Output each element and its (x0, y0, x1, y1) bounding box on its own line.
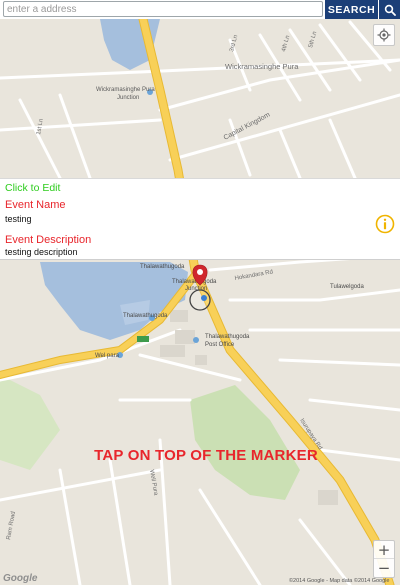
app: Pannipitiya Rd Isurupaya Rd Wickramasing… (0, 0, 400, 585)
svg-text:Tulawelgoda: Tulawelgoda (330, 284, 364, 290)
zoom-in-button[interactable]: + (374, 541, 394, 559)
svg-text:Thalawathugoda: Thalawathugoda (123, 313, 168, 319)
my-location-icon[interactable] (373, 24, 395, 46)
click-to-edit-link[interactable]: Click to Edit (5, 182, 60, 194)
tap-marker-hint: TAP ON TOP OF THE MARKER (94, 447, 318, 464)
event-description-label: Event Description (5, 234, 92, 246)
svg-text:Wickramasinghe Pura: Wickramasinghe Pura (225, 62, 299, 71)
svg-text:Thalawathugoda: Thalawathugoda (172, 279, 217, 285)
zoom-out-button[interactable]: − (374, 559, 394, 577)
svg-text:Post Office: Post Office (205, 342, 235, 348)
event-name-value: testing (5, 214, 32, 224)
svg-text:Wel para: Wel para (95, 353, 120, 359)
svg-text:Wickramasinghe Pura: Wickramasinghe Pura (96, 87, 155, 93)
map-canvas[interactable]: Pannipitiya Rd Isurupaya Rd Wickramasing… (0, 0, 400, 585)
map-attribution[interactable]: ©2014 Google - Map data ©2014 Google (289, 578, 389, 584)
poi-welpara: Wel para (95, 352, 123, 359)
event-description-value: testing description (5, 247, 78, 257)
search-icon[interactable] (379, 0, 400, 19)
address-search-input[interactable] (3, 1, 323, 17)
event-name-label: Event Name (5, 199, 66, 211)
google-logo: Google (3, 573, 38, 584)
info-icon[interactable] (375, 214, 395, 234)
svg-text:Thalawathugoda: Thalawathugoda (205, 334, 250, 340)
zoom-control: + − (373, 540, 395, 578)
search-button[interactable]: SEARCH (325, 0, 378, 19)
svg-text:Junction: Junction (117, 95, 139, 101)
search-bar: SEARCH (0, 0, 400, 19)
event-info-card[interactable]: Click to Edit Event Name testing Event D… (0, 178, 400, 260)
svg-text:Thalawathugoda: Thalawathugoda (140, 264, 185, 270)
